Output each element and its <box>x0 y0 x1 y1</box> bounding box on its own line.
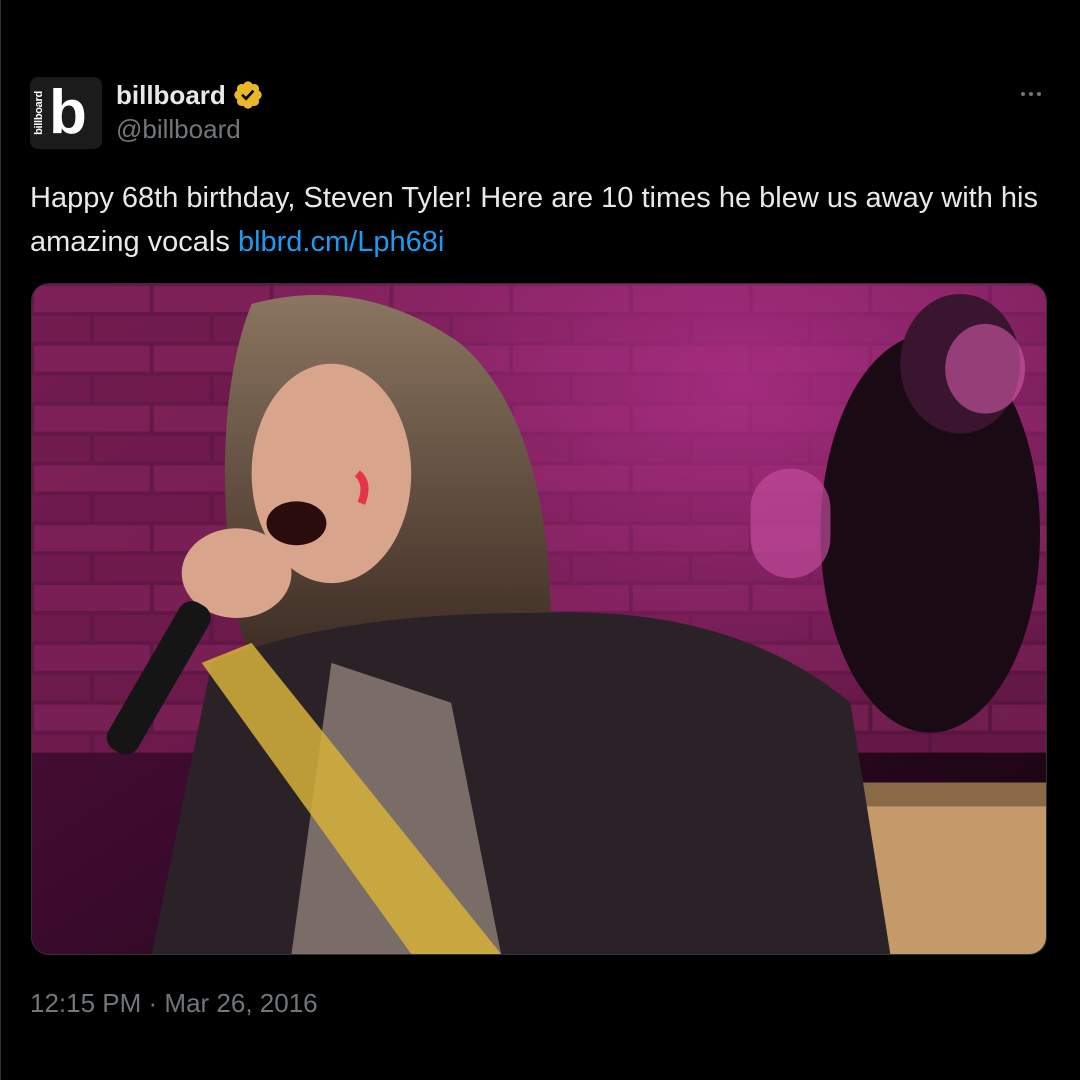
tweet-link[interactable]: blbrd.cm/Lph68i <box>238 226 444 258</box>
avatar-logo-small-text: billboard <box>33 91 45 135</box>
timestamp-date: Mar 26, 2016 <box>164 988 318 1018</box>
more-options-button[interactable] <box>1014 82 1048 106</box>
tweet-card: billboard b billboard @billboard Happy 6… <box>0 0 1080 1080</box>
tweet-body: Happy 68th birthday, Steven Tyler! Here … <box>30 182 1038 258</box>
tweet-timestamp[interactable]: 12:15 PM · Mar 26, 2016 <box>30 988 318 1019</box>
avatar-logo-letter: b <box>49 78 87 147</box>
timestamp-separator: · <box>141 988 165 1018</box>
author-name-row: billboard <box>116 78 264 112</box>
display-name[interactable]: billboard <box>116 80 226 111</box>
tweet-text: Happy 68th birthday, Steven Tyler! Here … <box>30 176 1040 264</box>
timestamp-time: 12:15 PM <box>30 988 142 1018</box>
author-handle[interactable]: @billboard <box>116 114 241 145</box>
tweet-image[interactable] <box>31 283 1047 955</box>
concert-photo <box>32 284 1046 954</box>
verified-badge-icon[interactable] <box>232 79 264 111</box>
avatar[interactable]: billboard b <box>30 77 102 149</box>
more-horizontal-icon <box>1021 92 1025 96</box>
